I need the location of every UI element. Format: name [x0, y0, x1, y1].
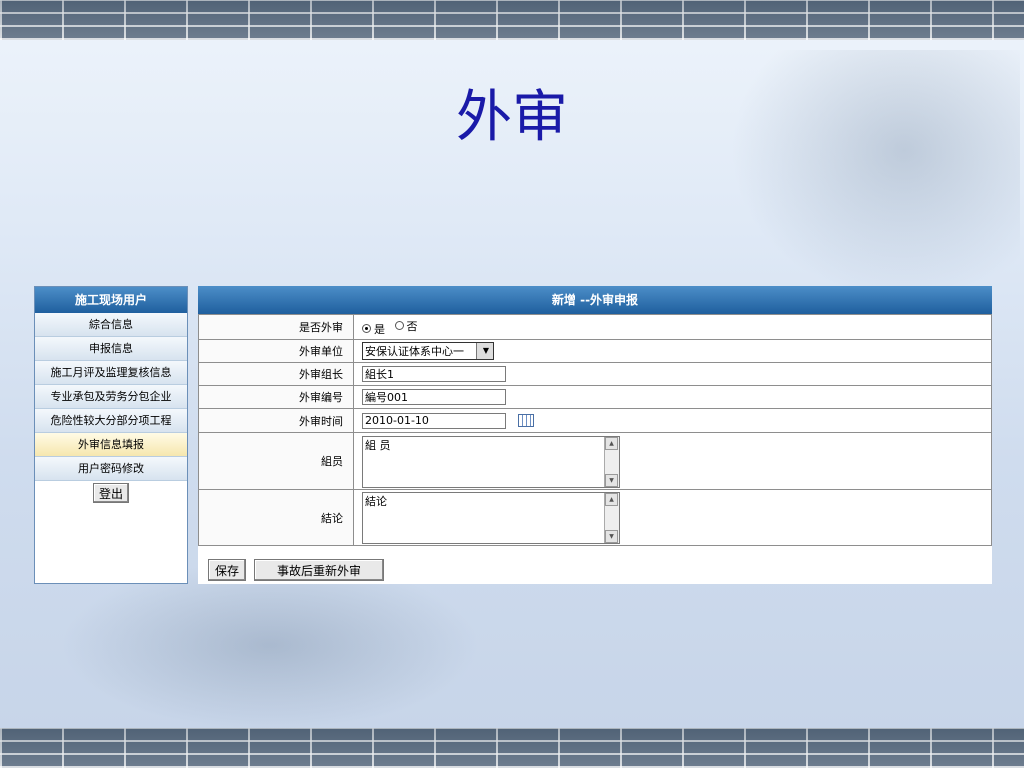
audit-number-label: 外审编号: [198, 385, 354, 409]
chevron-down-icon[interactable]: ▼: [476, 343, 493, 359]
audit-leader-label: 外审组长: [198, 362, 354, 386]
reaudit-button[interactable]: 事故后重新外审: [254, 559, 385, 581]
audit-leader-input[interactable]: [362, 366, 506, 382]
logout-button[interactable]: 登出: [93, 483, 129, 503]
radio-yes-label: 是: [374, 322, 385, 336]
audit-unit-label: 外审单位: [198, 339, 354, 363]
members-scrollbar[interactable]: ▲ ▼: [604, 436, 619, 487]
radio-no-dot[interactable]: [394, 321, 404, 330]
form-button-row: 保存 事故后重新外审: [208, 559, 385, 581]
sidebar-header: 施工现场用户: [35, 287, 187, 313]
audit-form-table: 是否外审 是 否 外审单位 安保认证体系中心一 ▼ 外审组长 組长1 外审编号 …: [198, 314, 992, 546]
audit-unit-selected-value: 安保认证体系中心一: [365, 345, 464, 358]
conclusion-scrollbar[interactable]: ▲ ▼: [604, 493, 619, 543]
sidebar-item-subcontractors[interactable]: 专业承包及劳务分包企业: [35, 385, 187, 409]
scroll-up-arrow-icon[interactable]: ▲: [605, 493, 618, 506]
slide-title: 外审: [456, 85, 568, 150]
sidebar-item-change-password[interactable]: 用户密码修改: [35, 457, 187, 481]
scroll-down-arrow-icon[interactable]: ▼: [605, 530, 618, 543]
calendar-icon[interactable]: [517, 414, 534, 427]
sidebar-item-external-audit[interactable]: 外审信息填报: [35, 433, 187, 457]
scroll-up-arrow-icon[interactable]: ▲: [605, 436, 618, 450]
members-textarea[interactable]: 組 员 ▲ ▼: [362, 435, 620, 488]
form-header: 新增 --外审申报: [198, 286, 992, 314]
audit-unit-select[interactable]: 安保认证体系中心一 ▼: [362, 342, 494, 360]
conclusion-textarea[interactable]: 結论 ▲ ▼: [362, 492, 620, 544]
conclusion-label: 結论: [198, 489, 354, 546]
radio-yes[interactable]: 是: [362, 321, 385, 337]
members-label: 組员: [198, 432, 354, 490]
save-button[interactable]: 保存: [208, 559, 247, 581]
top-decorative-band: [0, 0, 1024, 40]
main-form-panel: 新增 --外审申报 是否外审 是 否 外审单位 安保认证体系中心一 ▼ 外审组长…: [198, 286, 992, 584]
radio-no[interactable]: 否: [394, 318, 418, 334]
radio-no-label: 否: [406, 319, 418, 333]
sidebar-item-hazardous-works[interactable]: 危险性较大分部分项工程: [35, 409, 187, 433]
audit-time-label: 外审时间: [198, 408, 354, 433]
audit-number-input[interactable]: [362, 389, 506, 405]
conclusion-textarea-text: 結论: [365, 495, 387, 508]
audit-time-input[interactable]: [362, 412, 506, 429]
background-decoration-bottom: [60, 560, 480, 730]
sidebar: 施工现场用户 綜合信息 申报信息 施工月评及监理复核信息 专业承包及劳务分包企业…: [34, 286, 188, 584]
sidebar-item-monthly-review[interactable]: 施工月评及监理复核信息: [35, 361, 187, 385]
is-external-audit-label: 是否外审: [198, 314, 354, 340]
members-textarea-text: 組 员: [365, 438, 391, 452]
bottom-decorative-band: [0, 728, 1024, 768]
scroll-down-arrow-icon[interactable]: ▼: [605, 473, 618, 487]
radio-yes-dot[interactable]: [362, 324, 371, 333]
sidebar-item-general-info[interactable]: 綜合信息: [35, 313, 187, 337]
sidebar-item-declaration-info[interactable]: 申报信息: [35, 337, 187, 361]
